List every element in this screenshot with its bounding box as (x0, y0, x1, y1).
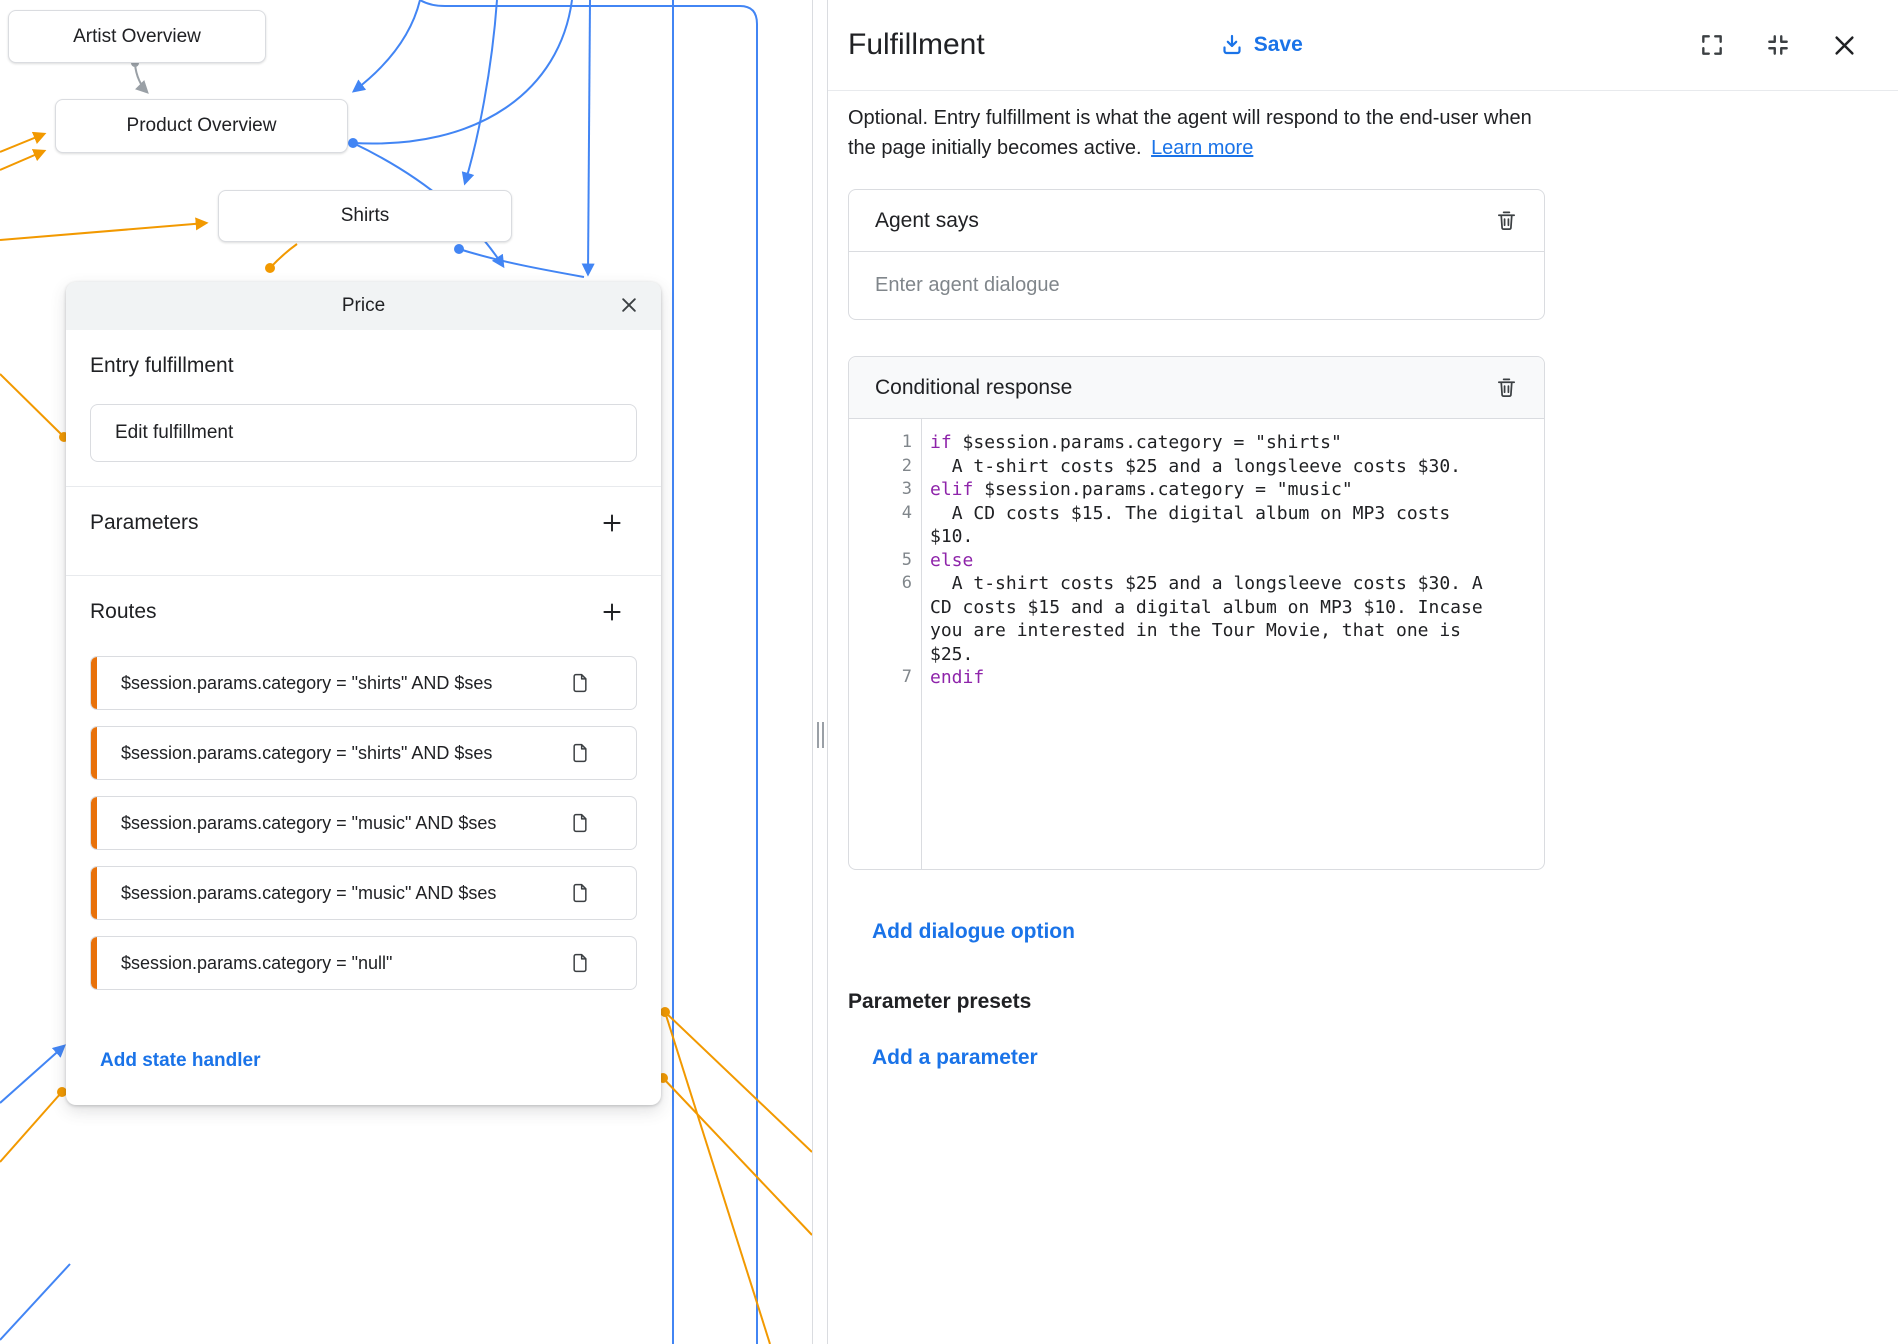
code-line-text: A CD costs $15. The digital album on MP3… (921, 502, 1493, 549)
code-line-number: 4 (849, 502, 921, 526)
routes-list: $session.params.category = "shirts" AND … (90, 656, 637, 990)
route-condition-text: $session.params.category = "music" AND $… (121, 883, 560, 904)
conditional-response-card-header: Conditional response (849, 357, 1544, 419)
code-line: 7 endif (849, 666, 1544, 690)
agent-dialogue-input[interactable] (875, 274, 1518, 297)
fulfillment-panel-body: Optional. Entry fulfillment is what the … (828, 103, 1898, 1070)
add-a-parameter-link[interactable]: Add a parameter (872, 1046, 1038, 1070)
code-line-number: 3 (849, 478, 921, 502)
agent-says-title: Agent says (875, 209, 979, 233)
parameter-presets-heading: Parameter presets (848, 990, 1898, 1014)
expand-fullscreen-icon[interactable] (1699, 32, 1725, 58)
agent-says-card: Agent says (848, 189, 1545, 320)
entry-fulfillment-heading: Entry fulfillment (90, 354, 637, 378)
price-page-card[interactable]: Price Entry fulfillment Edit fulfillment… (66, 282, 661, 1105)
fulfillment-panel: Fulfillment Save Optional. Entry fulfill… (828, 0, 1898, 1344)
collapse-fullscreen-icon[interactable] (1765, 32, 1791, 58)
add-dialogue-option-link[interactable]: Add dialogue option (872, 920, 1075, 944)
route-condition-text: $session.params.category = "null" (121, 953, 560, 974)
code-line-number: 7 (849, 666, 921, 690)
save-label: Save (1254, 33, 1303, 57)
route-condition-row[interactable]: $session.params.category = "music" AND $… (90, 796, 637, 850)
routes-heading: Routes (90, 600, 157, 624)
flow-canvas[interactable]: Artist Overview Product Overview Shirts … (0, 0, 812, 1344)
code-line: 4 A CD costs $15. The digital album on M… (849, 502, 1544, 549)
add-route-plus-icon[interactable] (599, 599, 625, 625)
node-label: Product Overview (127, 115, 277, 137)
parameters-heading: Parameters (90, 511, 199, 535)
node-artist-overview[interactable]: Artist Overview (8, 10, 266, 63)
code-line: 1 if $session.params.category = "shirts" (849, 431, 1544, 455)
document-icon[interactable] (570, 882, 590, 904)
code-line-text: else (921, 549, 1493, 573)
code-line-number: 1 (849, 431, 921, 455)
route-condition-row[interactable]: $session.params.category = "music" AND $… (90, 866, 637, 920)
code-line-text: A t-shirt costs $25 and a longsleeve cos… (921, 572, 1493, 666)
price-card-title: Price (342, 295, 385, 317)
node-product-overview[interactable]: Product Overview (55, 99, 348, 153)
fulfillment-panel-header: Fulfillment Save (828, 0, 1898, 91)
code-line-text: elif $session.params.category = "music" (921, 478, 1493, 502)
code-line-text: if $session.params.category = "shirts" (921, 431, 1493, 455)
code-line: 6 A t-shirt costs $25 and a longsleeve c… (849, 572, 1544, 666)
save-button[interactable]: Save (1220, 33, 1303, 57)
document-icon[interactable] (570, 672, 590, 694)
route-condition-row[interactable]: $session.params.category = "shirts" AND … (90, 726, 637, 780)
node-label: Shirts (341, 205, 390, 227)
price-card-body: Entry fulfillment Edit fulfillment Param… (66, 330, 661, 1072)
divider (66, 486, 661, 487)
code-line-number: 5 (849, 549, 921, 573)
code-line: 3 elif $session.params.category = "music… (849, 478, 1544, 502)
price-card-header: Price (66, 282, 661, 330)
code-line-text: A t-shirt costs $25 and a longsleeve cos… (921, 455, 1493, 479)
panel-resize-splitter[interactable] (812, 0, 828, 1344)
code-line: 2 A t-shirt costs $25 and a longsleeve c… (849, 455, 1544, 479)
document-icon[interactable] (570, 952, 590, 974)
route-condition-text: $session.params.category = "shirts" AND … (121, 673, 560, 694)
route-condition-text: $session.params.category = "shirts" AND … (121, 743, 560, 764)
splitter-grip-icon[interactable] (817, 722, 824, 748)
route-condition-text: $session.params.category = "music" AND $… (121, 813, 560, 834)
code-editor[interactable]: 1 if $session.params.category = "shirts"… (849, 419, 1544, 869)
close-icon[interactable] (1831, 32, 1858, 59)
save-icon (1220, 33, 1244, 57)
conditional-response-card: Conditional response 1 if $session.param… (848, 356, 1545, 870)
code-line-text: endif (921, 666, 1493, 690)
code-line-number: 2 (849, 455, 921, 479)
code-line: 5 else (849, 549, 1544, 573)
edit-fulfillment-button[interactable]: Edit fulfillment (90, 404, 637, 462)
panel-description: Optional. Entry fulfillment is what the … (848, 103, 1543, 163)
route-condition-row[interactable]: $session.params.category = "null" (90, 936, 637, 990)
document-icon[interactable] (570, 742, 590, 764)
add-state-handler-link[interactable]: Add state handler (100, 1050, 260, 1072)
agent-says-card-header: Agent says (849, 190, 1544, 252)
trash-icon[interactable] (1495, 376, 1518, 399)
conditional-response-title: Conditional response (875, 376, 1072, 400)
dialogflow-page-editor: Artist Overview Product Overview Shirts … (0, 0, 1898, 1344)
document-icon[interactable] (570, 812, 590, 834)
learn-more-link[interactable]: Learn more (1151, 137, 1253, 159)
route-condition-row[interactable]: $session.params.category = "shirts" AND … (90, 656, 637, 710)
close-icon[interactable] (619, 295, 639, 315)
add-parameter-plus-icon[interactable] (599, 510, 625, 536)
trash-icon[interactable] (1495, 209, 1518, 232)
edit-fulfillment-label: Edit fulfillment (115, 422, 233, 444)
node-shirts[interactable]: Shirts (218, 190, 512, 242)
panel-title: Fulfillment (848, 28, 985, 62)
code-line-number: 6 (849, 572, 921, 596)
node-label: Artist Overview (73, 26, 201, 48)
divider (66, 575, 661, 576)
agent-says-card-body (849, 252, 1544, 319)
